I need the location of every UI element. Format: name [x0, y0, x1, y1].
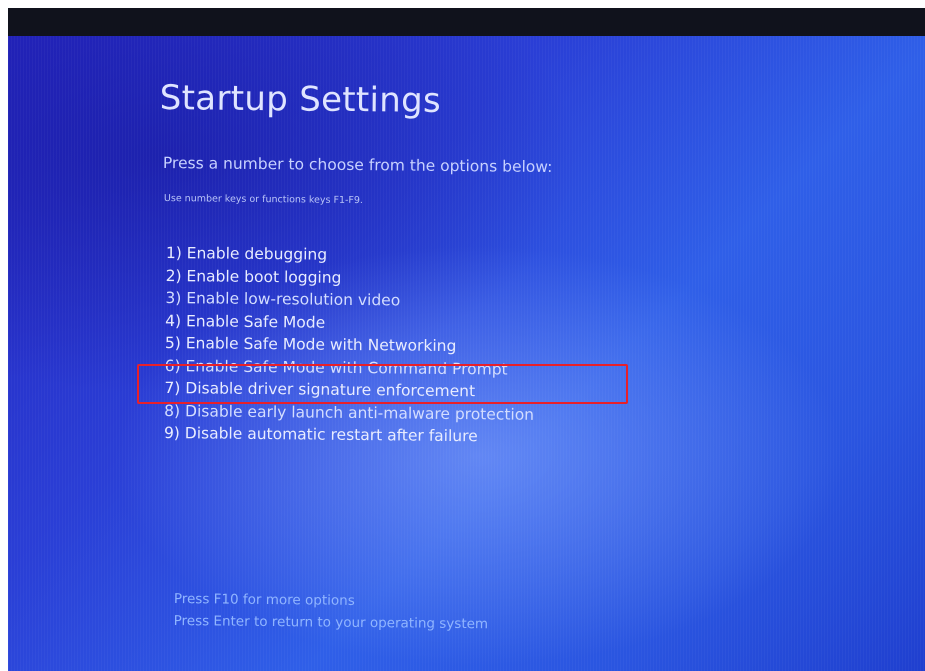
more-options-hint: Press F10 for more options [173, 590, 355, 609]
option-enable-low-resolution-video[interactable]: 3) Enable low-resolution video [165, 287, 535, 313]
startup-settings-screen: Startup Settings Press a number to choos… [8, 36, 925, 671]
return-to-os-hint: Press Enter to return to your operating … [173, 612, 489, 633]
photo-frame: Startup Settings Press a number to choos… [0, 0, 925, 671]
instruction-text: Press a number to choose from the option… [162, 154, 553, 177]
key-hint-text: Use number keys or functions keys F1-F9. [163, 193, 364, 207]
footer-instructions: Press F10 for more options Press Enter t… [174, 588, 489, 635]
page-title: Startup Settings [159, 78, 442, 121]
option-enable-safe-mode-networking[interactable]: 5) Enable Safe Mode with Networking [165, 332, 535, 358]
startup-options-list: 1) Enable debugging 2) Enable boot loggi… [164, 242, 536, 448]
highlight-box-annotation [137, 364, 628, 404]
option-enable-debugging[interactable]: 1) Enable debugging [166, 242, 536, 268]
option-disable-automatic-restart[interactable]: 9) Disable automatic restart after failu… [164, 422, 534, 448]
